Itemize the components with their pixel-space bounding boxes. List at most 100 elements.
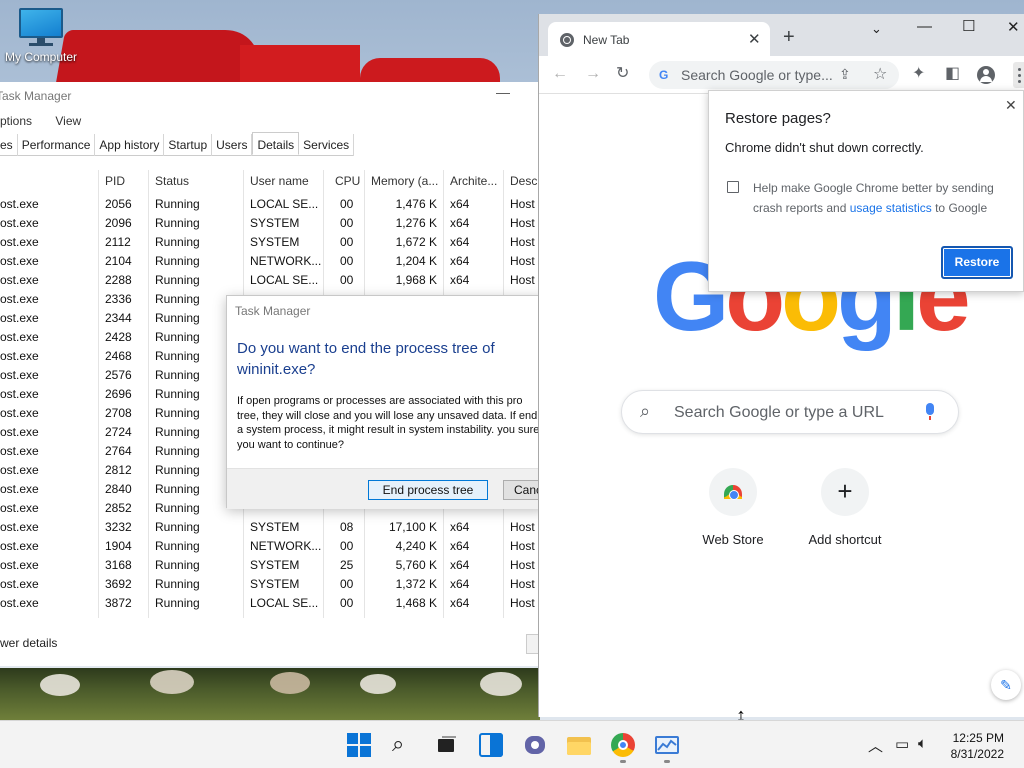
col-status[interactable]: Status (155, 174, 189, 188)
back-icon[interactable]: ← (552, 65, 568, 83)
details-column-headers: PID Status User name CPU Memory (a... Ar… (0, 170, 541, 192)
task-manager-taskbar-icon[interactable] (655, 733, 679, 757)
profile-avatar-icon[interactable] (977, 66, 995, 84)
start-button-icon[interactable] (347, 733, 371, 757)
tab-details[interactable]: Details (252, 132, 300, 155)
table-cell: Running (155, 539, 200, 553)
end-process-tree-button[interactable]: End process tree (368, 480, 488, 500)
menu-view[interactable]: View (55, 114, 81, 128)
teams-chat-icon[interactable] (523, 733, 547, 757)
table-cell: 00 (340, 577, 354, 591)
table-cell: 2708 (105, 406, 132, 420)
tab-startup[interactable]: Startup (164, 134, 213, 156)
table-row[interactable]: ost.exe 2112 Running SYSTEM 00 1,672 K x64 Host (0, 232, 540, 251)
network-icon[interactable]: ▭ (895, 735, 909, 753)
table-cell: Host (510, 254, 535, 268)
table-cell: 2112 (105, 235, 131, 249)
tab-strip: New Tab ✕ + ⌄ — ☐ ✕ (539, 14, 1024, 56)
shortcut-add[interactable]: + Add shortcut (800, 468, 890, 547)
clock[interactable]: 12:25 PM 8/31/2022 (940, 730, 1004, 762)
table-row[interactable]: ost.exe 2096 Running SYSTEM 00 1,276 K x64 Host (0, 213, 540, 232)
widgets-icon[interactable] (479, 733, 503, 757)
file-explorer-icon[interactable] (567, 733, 591, 757)
tab-search-icon[interactable]: ⌄ (871, 21, 882, 37)
table-row[interactable]: ost.exe 2104 Running NETWORK... 00 1,204 K x64… (0, 251, 540, 270)
new-tab-button[interactable]: + (783, 27, 795, 47)
share-icon[interactable]: ⇪ (839, 66, 851, 83)
dialog-heading: Do you want to end the process tree of w… (237, 340, 495, 378)
table-row[interactable]: ost.exe 2288 Running LOCAL SE... 00 1,968 K x6… (0, 270, 540, 289)
chrome-menu-icon[interactable] (1013, 62, 1024, 88)
minimize-button[interactable]: — (917, 18, 932, 35)
close-tab-icon[interactable]: ✕ (748, 30, 761, 48)
show-hidden-icons-chevron-icon[interactable]: ︿ (868, 735, 883, 756)
forward-icon[interactable]: → (585, 65, 601, 83)
voice-search-icon[interactable] (926, 403, 934, 420)
menu-options[interactable]: ptions (0, 114, 32, 128)
shortcut-web-store[interactable]: Web Store (688, 468, 778, 547)
table-cell: NETWORK... (250, 539, 322, 553)
dialog-title: Task Manager (235, 304, 311, 318)
task-view-icon[interactable] (434, 733, 458, 757)
table-row[interactable]: ost.exe 3692 Running SYSTEM 00 1,372 K x64 Host (0, 574, 540, 593)
table-cell: Running (155, 273, 200, 287)
table-cell: Host (510, 216, 535, 230)
col-cpu[interactable]: CPU (335, 174, 360, 188)
tab-performance[interactable]: Performance (18, 134, 96, 156)
table-row[interactable]: ost.exe 3168 Running SYSTEM 25 5,760 K x64 Host (0, 555, 540, 574)
tab-services[interactable]: Services (299, 134, 355, 156)
search-placeholder[interactable]: Search Google or type a URL (674, 404, 884, 422)
table-row[interactable]: ost.exe 3232 Running SYSTEM 08 17,100 K x64 Hos… (0, 517, 540, 536)
customize-pencil-icon[interactable]: ✎ (991, 670, 1021, 700)
usage-statistics-link[interactable]: usage statistics (850, 201, 932, 215)
google-search-box[interactable]: ⌕ Search Google or type a URL (621, 390, 959, 434)
extensions-icon[interactable]: ✦ (912, 65, 925, 83)
minimize-button[interactable]: — (496, 84, 510, 100)
table-cell: Host (510, 520, 535, 534)
tab-processes[interactable]: es (0, 134, 18, 156)
volume-icon[interactable]: 🔈︎ (918, 735, 927, 752)
table-cell: x64 (450, 596, 470, 610)
omnibox-text[interactable]: Search Google or type... (681, 67, 833, 83)
table-cell: ost.exe (0, 387, 39, 401)
col-architecture[interactable]: Archite... (450, 174, 497, 188)
search-icon[interactable]: ⌕ (392, 733, 416, 757)
end-process-tree-dialog: Task Manager Do you want to end the proc… (226, 295, 563, 509)
side-panel-icon[interactable]: ◧ (945, 65, 960, 83)
chrome-taskbar-icon[interactable] (611, 733, 635, 757)
table-cell: ost.exe (0, 558, 39, 572)
col-description[interactable]: Descr (510, 174, 541, 188)
table-cell: ost.exe (0, 216, 39, 230)
usage-stats-checkbox[interactable] (727, 181, 739, 193)
table-row[interactable]: ost.exe 3872 Running LOCAL SE... 00 1,468 K x6… (0, 593, 540, 612)
maximize-button[interactable]: ☐ (962, 17, 975, 35)
col-username[interactable]: User name (250, 174, 309, 188)
table-cell: SYSTEM (250, 216, 300, 230)
fewer-details-link[interactable]: wer details (0, 636, 57, 650)
reload-icon[interactable]: ↻ (616, 65, 629, 83)
table-row[interactable]: ost.exe 1904 Running NETWORK... 00 4,240 K x64… (0, 536, 540, 555)
computer-icon (19, 8, 63, 46)
task-manager-title: Task Manager (0, 89, 72, 103)
close-icon[interactable]: ✕ (1005, 97, 1017, 114)
table-cell: 3168 (105, 558, 132, 572)
bookmark-star-icon[interactable]: ☆ (873, 64, 887, 84)
tab-new-tab[interactable]: New Tab ✕ (548, 22, 770, 56)
table-cell: 2104 (105, 254, 132, 268)
table-cell: SYSTEM (250, 577, 300, 591)
table-cell: SYSTEM (250, 235, 300, 249)
table-cell: ost.exe (0, 463, 39, 477)
table-cell: ost.exe (0, 444, 39, 458)
my-computer-desktop-icon[interactable]: My Computer (0, 8, 82, 64)
col-memory[interactable]: Memory (a... (371, 174, 438, 188)
table-row[interactable]: ost.exe 2056 Running LOCAL SE... 00 1,476 K x6… (0, 194, 540, 213)
table-cell: LOCAL SE... (250, 273, 319, 287)
omnibox[interactable]: G Search Google or type... ⇪ ☆ (649, 61, 899, 89)
col-pid[interactable]: PID (105, 174, 125, 188)
close-window-button[interactable]: ✕ (1007, 18, 1020, 36)
tab-app-history[interactable]: App history (95, 134, 165, 156)
table-cell: x64 (450, 577, 470, 591)
restore-button[interactable]: Restore (941, 246, 1013, 279)
table-cell: Running (155, 501, 200, 515)
tab-users[interactable]: Users (212, 134, 253, 156)
